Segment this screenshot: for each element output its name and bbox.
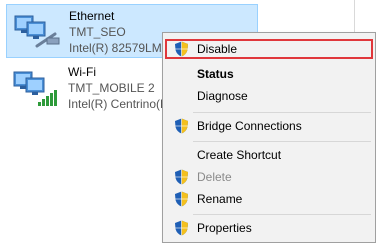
- connection-adapter: Intel(R) 82579LM: [69, 41, 162, 55]
- uac-shield-icon: [175, 169, 188, 185]
- uac-shield-icon: [175, 191, 188, 207]
- menu-item-diagnose[interactable]: Diagnose: [165, 86, 373, 106]
- uac-shield-icon: [175, 41, 188, 57]
- connection-adapter: Intel(R) Centrino(R): [68, 97, 173, 111]
- uac-shield-icon: [175, 220, 188, 236]
- menu-item-rename[interactable]: Rename: [165, 189, 373, 209]
- connection-name: Wi-Fi: [68, 65, 96, 79]
- menu-item-label: Diagnose: [197, 89, 248, 103]
- connection-network: TMT_SEO: [69, 25, 126, 39]
- connection-network: TMT_MOBILE 2: [68, 81, 155, 95]
- context-menu: Disable Status Diagnose Bridge Connectio…: [162, 32, 376, 243]
- menu-item-status[interactable]: Status: [165, 64, 373, 84]
- menu-separator: [193, 214, 371, 215]
- menu-item-label: Properties: [197, 221, 252, 235]
- menu-separator: [193, 112, 371, 113]
- connection-name: Ethernet: [69, 9, 115, 23]
- menu-item-label: Rename: [197, 192, 243, 206]
- network-adapter-icon: [14, 15, 60, 48]
- menu-separator: [193, 141, 371, 142]
- menu-item-properties[interactable]: Properties: [165, 218, 373, 238]
- menu-item-bridge-connections[interactable]: Bridge Connections: [165, 116, 373, 136]
- menu-item-label: Delete: [197, 170, 232, 184]
- menu-item-delete: Delete: [165, 167, 373, 187]
- menu-item-disable[interactable]: Disable: [165, 39, 373, 59]
- menu-item-label: Bridge Connections: [197, 119, 302, 133]
- uac-shield-icon: [175, 118, 188, 134]
- menu-item-label: Create Shortcut: [197, 148, 282, 162]
- wifi-adapter-icon: [13, 71, 57, 106]
- menu-item-label: Status: [197, 67, 234, 81]
- menu-item-create-shortcut[interactable]: Create Shortcut: [165, 145, 373, 165]
- menu-item-label: Disable: [197, 42, 238, 56]
